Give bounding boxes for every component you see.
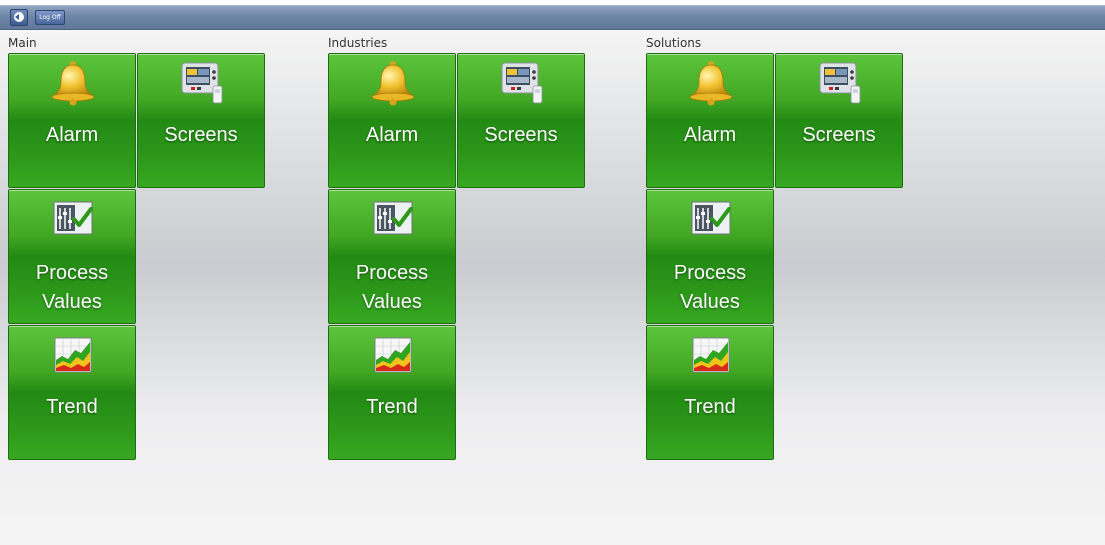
tile-label: Alarm bbox=[365, 124, 419, 146]
app-window: Log Off Main Alarm Screens Process Value… bbox=[0, 0, 1105, 545]
tile-trend[interactable]: Trend bbox=[328, 325, 456, 460]
tile-label: Screens bbox=[484, 124, 558, 146]
bell-icon bbox=[371, 61, 415, 106]
back-arrow-glyph bbox=[15, 14, 19, 20]
back-button[interactable] bbox=[10, 9, 28, 26]
tile-label: Process Values bbox=[355, 262, 429, 313]
group-title: Solutions bbox=[646, 36, 702, 50]
tile-trend[interactable]: Trend bbox=[8, 325, 136, 460]
tile-process-values[interactable]: Process Values bbox=[646, 189, 774, 324]
tile-alarm[interactable]: Alarm bbox=[328, 53, 456, 188]
hmi-panel-icon bbox=[501, 62, 543, 104]
tile-label: Trend bbox=[684, 396, 736, 418]
tile-label: Trend bbox=[46, 396, 98, 418]
group-title: Industries bbox=[328, 36, 388, 50]
tile-process-values[interactable]: Process Values bbox=[8, 189, 136, 324]
tile-label: Alarm bbox=[683, 124, 737, 146]
group-title: Main bbox=[8, 36, 37, 50]
bell-icon bbox=[51, 61, 95, 106]
tile-trend[interactable]: Trend bbox=[646, 325, 774, 460]
trend-chart-icon bbox=[54, 337, 92, 373]
process-values-icon bbox=[53, 201, 93, 235]
tile-label: Screens bbox=[802, 124, 876, 146]
tile-label: Screens bbox=[164, 124, 238, 146]
tile-label: Trend bbox=[366, 396, 418, 418]
hmi-panel-icon bbox=[819, 62, 861, 104]
tile-alarm[interactable]: Alarm bbox=[646, 53, 774, 188]
tile-label: Process Values bbox=[673, 262, 747, 313]
bell-icon bbox=[689, 61, 733, 106]
process-values-icon bbox=[691, 201, 731, 235]
process-values-icon bbox=[373, 201, 413, 235]
tile-screens[interactable]: Screens bbox=[457, 53, 585, 188]
tile-process-values[interactable]: Process Values bbox=[328, 189, 456, 324]
tile-label: Process Values bbox=[35, 262, 109, 313]
tile-screens[interactable]: Screens bbox=[775, 53, 903, 188]
trend-chart-icon bbox=[374, 337, 412, 373]
trend-chart-icon bbox=[692, 337, 730, 373]
tile-screens[interactable]: Screens bbox=[137, 53, 265, 188]
hmi-panel-icon bbox=[181, 62, 223, 104]
log-off-button[interactable]: Log Off bbox=[35, 10, 65, 25]
top-toolbar: Log Off bbox=[0, 5, 1105, 30]
tile-alarm[interactable]: Alarm bbox=[8, 53, 136, 188]
tile-label: Alarm bbox=[45, 124, 99, 146]
